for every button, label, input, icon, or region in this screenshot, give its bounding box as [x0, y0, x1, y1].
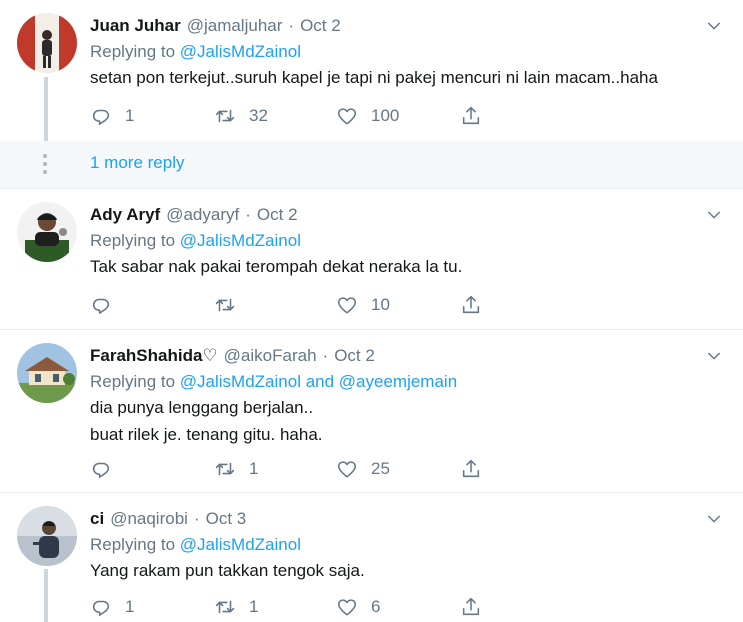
like-button[interactable]: 10 — [336, 293, 390, 317]
chevron-down-icon[interactable] — [705, 17, 723, 35]
tweet-date[interactable]: Oct 2 — [334, 346, 375, 366]
mention-link[interactable]: @JalisMdZainol — [180, 231, 301, 250]
mention-link[interactable]: @JalisMdZainol — [180, 535, 301, 554]
tweet-text: Tak sabar nak pakai terompah dekat nerak… — [90, 253, 723, 280]
reply-icon — [90, 105, 112, 127]
more-replies-link[interactable]: 1 more reply — [90, 153, 184, 173]
separator-dot: · — [288, 16, 295, 35]
tweet-text: setan pon terkejut..suruh kapel je tapi … — [90, 64, 723, 91]
share-icon — [460, 294, 482, 316]
retweet-button[interactable] — [214, 293, 249, 317]
chevron-down-icon[interactable] — [705, 510, 723, 528]
display-name[interactable]: FarahShahida♡ — [90, 346, 218, 366]
retweet-button[interactable]: 1 — [214, 457, 258, 481]
replying-to-label: Replying to — [90, 42, 180, 61]
heart-icon — [336, 294, 358, 316]
reply-icon — [90, 458, 112, 480]
reply-button[interactable] — [90, 293, 125, 317]
display-name[interactable]: Juan Juhar — [90, 16, 181, 36]
heart-icon — [336, 105, 358, 127]
user-handle[interactable]: @aikoFarah — [224, 346, 317, 366]
separator-dot: · — [245, 205, 251, 224]
tweet[interactable]: Ady Aryf @adyaryf · Oct 2 Replying to @J… — [0, 190, 743, 330]
user-handle[interactable]: @adyaryf — [166, 205, 239, 225]
like-button[interactable]: 100 — [336, 104, 399, 128]
tweet[interactable]: ci @naqirobi · Oct 3 Replying to @JalisM… — [0, 494, 743, 622]
share-button[interactable] — [460, 457, 482, 481]
reply-button[interactable] — [90, 457, 125, 481]
tweet-text-line: setan pon terkejut..suruh kapel je tapi … — [90, 68, 658, 87]
reply-icon — [90, 294, 112, 316]
retweet-button[interactable]: 32 — [214, 104, 268, 128]
mention-link[interactable]: @JalisMdZainol — [180, 42, 301, 61]
user-handle[interactable]: @jamaljuhar — [187, 16, 283, 36]
share-button[interactable] — [460, 595, 482, 619]
heart-icon — [336, 596, 358, 618]
share-button[interactable] — [460, 104, 482, 128]
mention-link[interactable]: @JalisMdZainol — [180, 372, 301, 391]
retweet-button[interactable]: 1 — [214, 595, 258, 619]
chevron-down-icon[interactable] — [705, 206, 723, 224]
tweet-date[interactable]: Oct 3 — [206, 509, 247, 529]
like-count: 6 — [371, 597, 381, 616]
mention-link[interactable]: @ayeemjemain — [339, 372, 457, 391]
retweet-icon — [214, 458, 236, 480]
reply-button[interactable]: 1 — [90, 595, 134, 619]
retweet-count: 1 — [249, 459, 259, 478]
tweet-date[interactable]: Oct 2 — [257, 205, 298, 225]
like-button[interactable]: 25 — [336, 457, 390, 481]
heart-icon — [336, 458, 358, 480]
display-name[interactable]: Ady Aryf — [90, 205, 160, 225]
retweet-icon — [214, 596, 236, 618]
replying-to: Replying to @JalisMdZainol — [90, 40, 723, 64]
tweet-text-line: Tak sabar nak pakai terompah dekat nerak… — [90, 257, 463, 276]
like-count: 100 — [371, 106, 400, 125]
replying-to: Replying to @JalisMdZainol and @ayeemjem… — [90, 370, 723, 394]
avatar[interactable] — [17, 506, 77, 566]
replying-to-label: Replying to — [90, 372, 180, 391]
tweet-text-line: buat rilek je. tenang gitu. haha. — [90, 425, 323, 444]
like-count: 10 — [371, 295, 390, 314]
tweet-date[interactable]: Oct 2 — [300, 16, 341, 36]
tweet-text: Yang rakam pun takkan tengok saja. — [90, 557, 723, 584]
retweet-count: 32 — [249, 106, 268, 125]
like-count: 25 — [371, 459, 390, 478]
reply-count: 1 — [125, 597, 135, 616]
replying-to: Replying to @JalisMdZainol — [90, 533, 723, 557]
tweet-text-line: dia punya lenggang berjalan.. — [90, 398, 314, 417]
share-icon — [460, 458, 482, 480]
avatar[interactable] — [17, 13, 77, 73]
replying-to-label: Replying to — [90, 231, 180, 250]
replying-to: Replying to @JalisMdZainol — [90, 229, 723, 253]
tweet[interactable]: Juan Juhar @jamaljuhar · Oct 2 Replying … — [0, 0, 743, 141]
thread-line — [44, 77, 48, 141]
replying-to-conjunction: and — [300, 372, 339, 391]
display-name[interactable]: ci — [90, 509, 104, 529]
reply-button[interactable]: 1 — [90, 104, 134, 128]
thread-line — [44, 569, 48, 622]
user-handle[interactable]: @naqirobi — [110, 509, 188, 529]
share-button[interactable] — [460, 293, 482, 317]
tweet-text: dia punya lenggang berjalan.. buat rilek… — [90, 394, 723, 448]
avatar[interactable] — [17, 202, 77, 262]
more-replies-bar[interactable]: 1 more reply — [0, 141, 743, 189]
more-dots-icon — [43, 154, 49, 178]
separator-dot: · — [193, 509, 200, 528]
replying-to-label: Replying to — [90, 535, 180, 554]
tweet[interactable]: FarahShahida♡ @aikoFarah · Oct 2 Replyin… — [0, 331, 743, 493]
reply-icon — [90, 596, 112, 618]
retweet-icon — [214, 294, 236, 316]
share-icon — [460, 105, 482, 127]
reply-count: 1 — [125, 106, 135, 125]
avatar[interactable] — [17, 343, 77, 403]
chevron-down-icon[interactable] — [705, 347, 723, 365]
like-button[interactable]: 6 — [336, 595, 380, 619]
share-icon — [460, 596, 482, 618]
separator-dot: · — [322, 346, 329, 365]
retweet-count: 1 — [249, 597, 259, 616]
retweet-icon — [214, 105, 236, 127]
tweet-text-line: Yang rakam pun takkan tengok saja. — [90, 561, 365, 580]
